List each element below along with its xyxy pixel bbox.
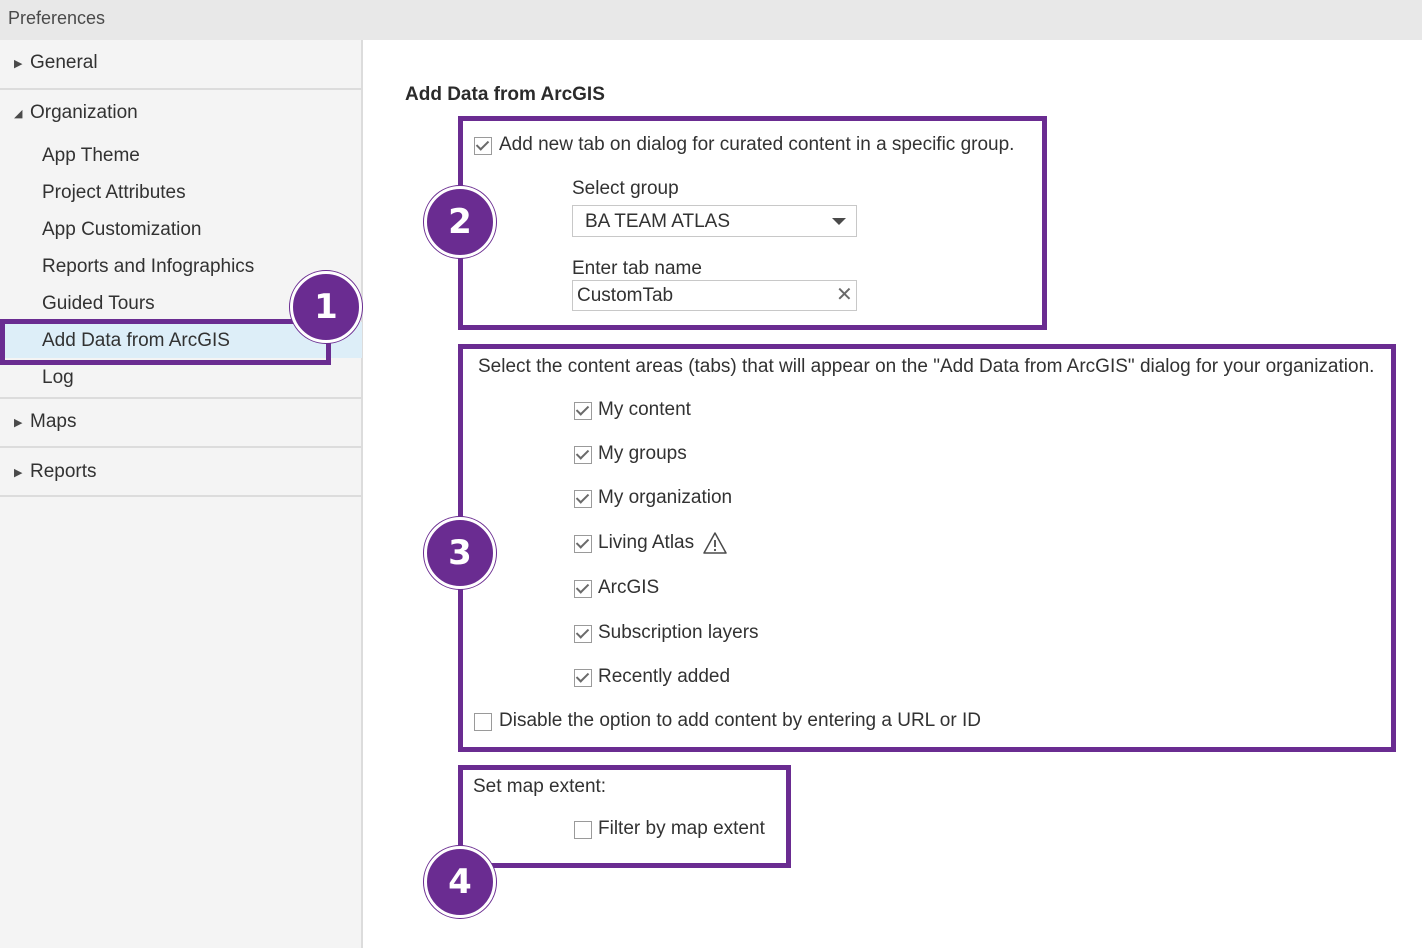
callout-box-2 [458,116,1047,330]
page-title: Add Data from ArcGIS [405,84,605,105]
sidebar-item-reports-infographics[interactable]: Reports and Infographics [42,256,254,278]
callout-box-4 [458,765,791,868]
callout-badge-2: 2 [424,186,496,258]
window-title: Preferences [8,8,106,28]
callout-badge-1: 1 [290,271,362,343]
sidebar: ▶ General ◢ Organization App Theme Proje… [0,40,363,948]
sidebar-item-app-customization[interactable]: App Customization [42,219,201,241]
callout-badge-4: 4 [424,846,496,918]
sidebar-item-app-theme[interactable]: App Theme [42,145,140,167]
callout-box-1 [0,319,331,365]
expand-right-icon: ▶ [14,417,23,429]
callout-badge-3: 3 [424,517,496,589]
expand-down-icon: ◢ [14,108,23,120]
sidebar-item-project-attributes[interactable]: Project Attributes [42,182,186,204]
callout-box-3 [458,344,1396,752]
sidebar-item-guided-tours[interactable]: Guided Tours [42,293,155,315]
sidebar-section-maps[interactable]: ▶ Maps [0,411,362,437]
sidebar-section-general[interactable]: ▶ General [0,52,362,78]
sidebar-divider [0,495,362,497]
sidebar-section-organization[interactable]: ◢ Organization [0,102,362,128]
sidebar-divider [0,446,362,448]
sidebar-item-log[interactable]: Log [42,367,74,389]
sidebar-section-reports[interactable]: ▶ Reports [0,461,362,487]
expand-right-icon: ▶ [14,58,23,70]
sidebar-divider [0,397,362,399]
sidebar-divider [0,88,362,90]
expand-right-icon: ▶ [14,467,23,479]
window-titlebar: Preferences [0,0,1422,40]
